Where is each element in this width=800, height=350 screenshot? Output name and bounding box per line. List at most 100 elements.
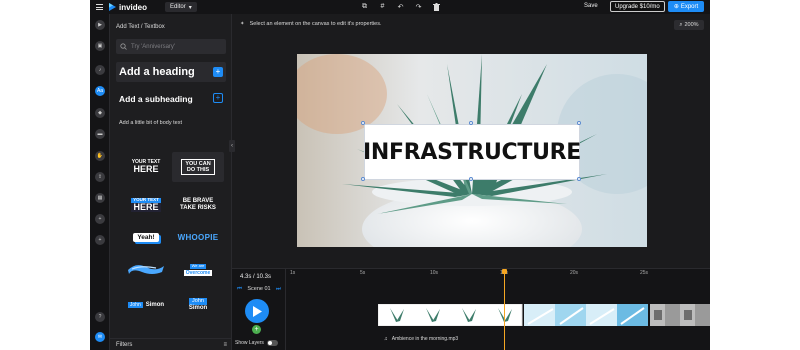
grid-icon[interactable]: # (378, 2, 387, 11)
undo-icon[interactable]: ↶ (396, 2, 405, 11)
ruler-tick: 10s (430, 270, 439, 276)
filter-icon[interactable]: ≡ (223, 342, 227, 348)
resize-handle[interactable] (469, 177, 473, 181)
filters-label: Filters (116, 341, 133, 348)
export-icon: ⊕ (673, 4, 679, 10)
resize-handle[interactable] (577, 121, 581, 125)
search-placeholder: Try 'Anniversary' (131, 43, 176, 50)
add-body-text-button[interactable]: Add a little bit of body text (119, 120, 182, 126)
export-label: Export (680, 3, 699, 10)
preset-line: John (127, 302, 143, 308)
upgrade-label: Upgrade $10/mo (615, 3, 660, 10)
video-icon[interactable]: ▶ (95, 20, 105, 30)
search-input[interactable]: Try 'Anniversary' (116, 39, 226, 54)
add-icon[interactable]: + (95, 214, 105, 224)
text-panel: Add Text / Textbox Try 'Anniversary' Add… (110, 14, 232, 350)
scene-selector[interactable]: ⏮ Scene 01 ⏭ (235, 284, 283, 294)
text-preset[interactable]: YOU CAN DO THIS (172, 152, 224, 182)
add-subheading-button[interactable]: Add a subheading + (116, 91, 226, 107)
audio-track-label: Ambience in the morning.mp3 (391, 336, 459, 342)
text-preset[interactable]: BE BRAVE TAKE RISKS (172, 190, 224, 220)
add-heading-label: Add a heading (119, 66, 195, 78)
add-heading-button[interactable]: Add a heading + (116, 62, 226, 82)
next-scene-icon[interactable]: ⏭ (276, 286, 281, 293)
playhead[interactable] (504, 269, 505, 350)
text-preset[interactable]: YOUR TEXT HERE (120, 190, 172, 220)
clip-scene-03 (650, 304, 710, 326)
preset-line: Simon (145, 302, 165, 308)
resize-handle[interactable] (361, 121, 365, 125)
text-preset[interactable]: WHOOPIE (172, 222, 224, 252)
top-bar: invideo Editor ▾ ⧉ # ↶ ↷ Save Upgrade $1… (90, 0, 710, 14)
template-icon[interactable]: ▦ (95, 193, 105, 203)
help-icon[interactable]: ? (95, 312, 105, 322)
folder-icon[interactable]: ▬ (95, 129, 105, 139)
toolbar-icons: ⧉ # ↶ ↷ (360, 2, 441, 11)
image-icon[interactable]: ▣ (95, 41, 105, 51)
video-canvas[interactable]: INFRASTRUCTURE (297, 54, 647, 247)
text-preset[interactable]: John Simon (120, 290, 172, 320)
canvas-text: INFRASTRUCTURE (362, 139, 582, 165)
video-clips-track[interactable] (378, 304, 710, 326)
sidebar-rail: ▶ ▣ ♪ Aa ◆ ▬ ✋ ⇪ ▦ + + ? ✉ (90, 14, 110, 350)
menu-icon[interactable] (93, 0, 105, 14)
export-button[interactable]: ⊕ Export (668, 1, 704, 12)
save-button[interactable]: Save (584, 3, 598, 9)
text-preset[interactable]: Yeah! (120, 222, 172, 252)
preset-line: Yeah! (133, 232, 159, 242)
ruler-tick: 25s (640, 270, 649, 276)
app-name: invideo (119, 2, 148, 12)
preset-line: TAKE RISKS (180, 205, 216, 211)
text-preset[interactable]: John Simon (172, 290, 224, 320)
plus-icon[interactable]: + (213, 67, 223, 77)
resize-handle[interactable] (469, 121, 473, 125)
resize-handle[interactable] (361, 177, 365, 181)
preset-line: Overcome (183, 270, 213, 277)
properties-hint-bar: ✦ Select an element on the canvas to edi… (236, 18, 710, 30)
ruler-tick: 1s (290, 270, 296, 276)
upload-icon[interactable]: ⇪ (95, 172, 105, 182)
text-preset[interactable]: YOUR TEXT HERE (120, 152, 172, 182)
canvas-text-element[interactable]: INFRASTRUCTURE (362, 124, 582, 180)
show-layers-toggle[interactable]: Show Layers (235, 340, 278, 346)
text-icon[interactable]: Aa (95, 86, 105, 96)
delete-icon[interactable] (432, 2, 441, 11)
add-scene-button[interactable]: + (252, 325, 261, 334)
clip-scene-02 (524, 304, 648, 326)
redo-icon[interactable]: ↷ (414, 2, 423, 11)
text-preset[interactable] (120, 254, 172, 284)
preset-line: Simon (188, 304, 208, 311)
timeline-ruler[interactable]: 1s 5s 10s 15s 20s 25s (288, 269, 710, 277)
hint-text: Select an element on the canvas to edit … (249, 21, 382, 27)
collapse-panel-icon[interactable]: ‹ (229, 140, 235, 152)
panel-title: Add Text / Textbox (116, 24, 165, 30)
text-preset[interactable]: We are Overcome (172, 254, 224, 284)
invideo-logo-icon (109, 3, 116, 11)
play-button[interactable] (245, 299, 269, 323)
prev-scene-icon[interactable]: ⏮ (237, 286, 242, 293)
plus-icon[interactable]: + (95, 235, 105, 245)
show-layers-label: Show Layers (235, 340, 264, 346)
filters-bar[interactable]: Filters ≡ (110, 338, 232, 350)
brand-icon[interactable]: ✋ (95, 151, 105, 161)
zoom-level: 200% (684, 22, 699, 28)
resize-handle[interactable] (577, 177, 581, 181)
music-note-icon: ♫ (384, 336, 388, 342)
music-icon[interactable]: ♪ (95, 65, 105, 75)
plus-icon[interactable]: + (213, 93, 223, 103)
audio-track[interactable]: ♫ Ambience in the morning.mp3 (384, 336, 458, 342)
shapes-icon[interactable]: ◆ (95, 108, 105, 118)
layers-icon[interactable]: ⧉ (360, 2, 369, 11)
preset-line: HERE (133, 163, 159, 174)
chat-icon[interactable]: ✉ (95, 332, 105, 342)
playhead-handle[interactable] (502, 269, 507, 274)
upgrade-button[interactable]: Upgrade $10/mo (610, 1, 665, 12)
preset-line: WHOOPIE (177, 232, 219, 242)
clip-scene-01 (378, 304, 523, 326)
editor-mode-dropdown[interactable]: Editor ▾ (165, 2, 197, 12)
zoom-control[interactable]: ⌕ 200% (674, 20, 704, 30)
zoom-icon: ⌕ (679, 21, 683, 28)
toggle-switch[interactable] (266, 340, 278, 346)
preset-line: HERE (131, 202, 161, 213)
invideo-editor-window: invideo Editor ▾ ⧉ # ↶ ↷ Save Upgrade $1… (90, 0, 710, 350)
